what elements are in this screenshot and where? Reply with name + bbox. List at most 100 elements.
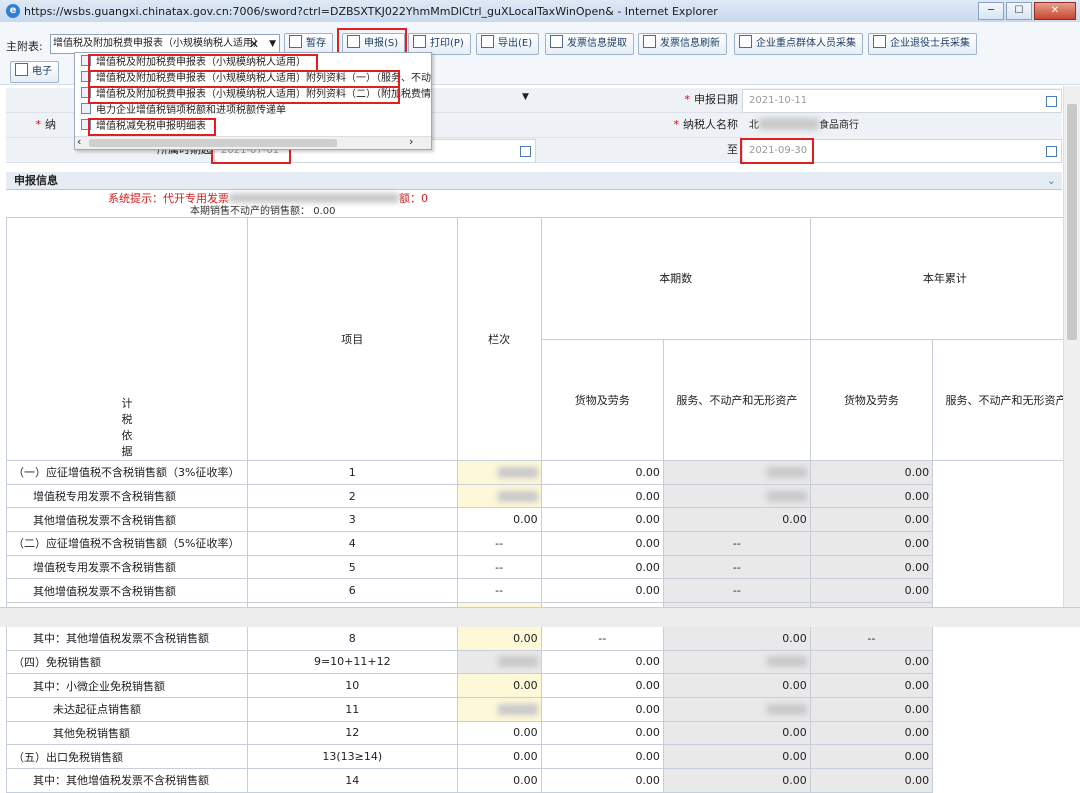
side-label-text: 计税依据 [121,397,133,458]
combo-clear-icon[interactable]: ✕ [249,35,259,53]
row-label: （二）应征增值税不含税销售额（5%征收率） [6,531,248,556]
header-current-services: 服务、不动产和无形资产 [662,338,811,461]
row-label: 其中：小微企业免税销售额 [6,673,248,698]
electronic-button[interactable]: 电子 [10,61,59,83]
current-goods-cell[interactable]: 0.00 [456,673,542,698]
dropdown-item[interactable]: 电力企业增值税销项税额和进项税额传递单 [81,103,286,118]
document-icon [81,71,91,82]
table-row: （二）应征增值税不含税销售额（5%征收率） 4 -- 0.00 -- 0.00 [6,531,1080,556]
row-column-no: 14 [247,767,458,793]
table-row: 其他免税销售额 12 0.00 0.00 0.00 0.00 [6,720,1080,746]
ytd-goods-cell: 0.00 [662,625,811,651]
table-row: 增值税专用发票不含税销售额 2 0.00 0.00 [6,483,1080,509]
ytd-services-cell: 0.00 [809,767,934,793]
chevron-down-icon[interactable]: ▼ [522,92,529,102]
scroll-thumb[interactable] [1067,104,1077,340]
row-label: 其他免税销售额 [6,720,248,746]
invoice-icon [550,35,563,48]
current-goods-cell[interactable] [456,460,542,485]
ytd-goods-cell [662,460,811,485]
group-collect-button[interactable]: 企业重点群体人员采集 [734,33,863,55]
current-services-cell: 0.00 [540,578,664,604]
declare-date-label: * 申报日期 [684,93,739,106]
minimize-button[interactable]: ─ [978,2,1004,20]
current-goods-cell [456,649,542,675]
calendar-icon[interactable] [520,146,531,157]
document-icon [81,103,91,114]
table-row: 其他增值税发票不含税销售额 6 -- 0.00 -- 0.00 [6,578,1080,604]
header-ytd-services: 服务、不动产和无形资产 [932,338,1080,461]
scroll-right-icon[interactable]: › [409,135,413,148]
current-services-cell: 0.00 [540,554,664,580]
close-window-button[interactable]: ✕ [1034,2,1076,20]
ytd-goods-cell [662,696,811,722]
ytd-services-cell: 0.00 [809,460,934,485]
header-item: 项目 [247,217,458,461]
dropdown-item[interactable]: 增值税及附加税费申报表（小规模纳税人适用）附列资料（一）（服务、不动 [81,71,431,86]
declare-date-field[interactable]: 2021-10-11 [742,89,1062,113]
ytd-services-cell: 0.00 [809,578,934,604]
current-goods-cell: 0.00 [456,507,542,533]
table-row: 未达起征点销售额 11 0.00 0.00 [6,696,1080,722]
scroll-left-icon[interactable]: ‹ [77,135,81,148]
veteran-collect-button[interactable]: 企业退役士兵采集 [868,33,977,55]
current-goods-cell[interactable] [456,696,542,722]
ytd-goods-cell: -- [662,531,811,556]
period-end-field[interactable]: 2021-09-30 [742,139,1062,163]
ytd-services-cell: 0.00 [809,696,934,722]
current-services-cell: -- [540,625,664,651]
vertical-scrollbar[interactable] [1063,86,1080,607]
invoice-refresh-button[interactable]: 发票信息刷新 [638,33,727,55]
current-goods-cell[interactable]: 0.00 [456,625,542,651]
declaration-table: 计税依据 项目 栏次 本期数 本年累计 货物及劳务 服务、不动产和无形资产 货物… [6,217,1080,793]
period-end-label: 至 [727,143,738,156]
current-services-cell: 0.00 [540,649,664,675]
export-button[interactable]: 导出(E) [476,33,540,55]
ytd-services-cell: 0.00 [809,649,934,675]
document-icon [81,119,91,130]
chevron-down-icon[interactable]: ⌄ [1047,172,1056,190]
ytd-services-cell: 0.00 [809,720,934,746]
current-services-cell: 0.00 [540,696,664,722]
chevron-down-icon[interactable]: ▼ [269,35,276,53]
row-column-no: 4 [247,531,458,556]
row-column-no: 5 [247,554,458,580]
ytd-goods-cell: 0.00 [662,673,811,698]
taxpayer-name-label: * 纳税人名称 [673,118,739,131]
maximize-button[interactable]: ☐ [1006,2,1032,20]
dropdown-item[interactable]: 增值税减免税申报明细表 [81,119,206,134]
form-select-dropdown: 增值税及附加税费申报表（小规模纳税人适用） 增值税及附加税费申报表（小规模纳税人… [74,52,432,150]
row-label: 其他增值税发票不含税销售额 [6,507,248,533]
ytd-goods-cell: 0.00 [662,767,811,793]
ytd-goods-cell [662,649,811,675]
current-services-cell: 0.00 [540,720,664,746]
row-label: 未达起征点销售额 [6,696,248,722]
current-services-cell: 0.00 [540,460,664,485]
calendar-icon[interactable] [1046,146,1057,157]
save-icon [289,35,302,48]
current-services-cell: 0.00 [540,673,664,698]
combo-value: 增值税及附加税费申报表（小规模纳税人适用） [53,38,263,49]
ytd-goods-cell: 0.00 [662,720,811,746]
current-goods-cell: 0.00 [456,720,542,746]
dropdown-hscroll[interactable]: ‹ › [75,135,431,149]
form-select-combo[interactable]: 增值税及附加税费申报表（小规模纳税人适用） ✕ ▼ [50,34,280,54]
current-goods-cell[interactable] [456,483,542,509]
dropdown-item[interactable]: 增值税及附加税费申报表（小规模纳税人适用）附列资料（二）（附加税费情 [81,87,431,102]
dropdown-item[interactable]: 增值税及附加税费申报表（小规模纳税人适用） [81,55,306,70]
side-label: 计税依据 [6,217,248,461]
invoice-extract-button[interactable]: 发票信息提取 [545,33,634,55]
taxpayer-name-field: 北食品商行 [742,114,1062,138]
printer-icon [413,35,426,48]
export-icon [481,35,494,48]
row-label: 其中：其他增值税发票不含税销售额 [6,767,248,793]
ytd-services-cell: 0.00 [809,744,934,769]
scroll-thumb[interactable] [89,139,337,147]
current-services-cell: 0.00 [540,744,664,769]
status-bar [0,607,1080,627]
table-row: （五）出口免税销售额 13(13≥14) 0.00 0.00 0.00 0.00 [6,744,1080,769]
table-row: 其中：小微企业免税销售额 10 0.00 0.00 0.00 0.00 [6,673,1080,698]
row-column-no: 13(13≥14) [247,744,458,769]
calendar-icon[interactable] [1046,96,1057,107]
edit-icon [15,63,28,76]
